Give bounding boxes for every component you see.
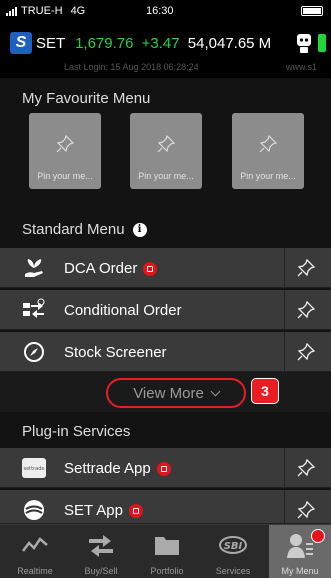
pin-icon <box>157 135 175 153</box>
divider <box>284 332 285 372</box>
pin-icon <box>259 135 277 153</box>
view-more-bar: View More 3 <box>0 372 331 412</box>
index-name: SET <box>36 35 65 52</box>
status-indicator <box>318 34 326 52</box>
stock-screener-icon <box>24 342 44 362</box>
pin-icon[interactable] <box>297 501 315 519</box>
svg-text:settrade: settrade <box>24 466 45 472</box>
notification-badge-icon <box>311 529 325 543</box>
menu-item-label: Conditional Order <box>64 302 182 319</box>
menu-item-label: Stock Screener <box>64 344 167 361</box>
website-text: www.s1 <box>286 62 318 72</box>
divider <box>284 448 285 488</box>
divider <box>284 248 285 288</box>
network-type: 4G <box>70 5 86 17</box>
divider <box>284 290 285 330</box>
tab-portfolio[interactable]: Portfolio <box>136 525 198 578</box>
favourite-menu-title: My Favourite Menu <box>22 90 151 107</box>
services-sbi-icon: SBI <box>219 536 247 554</box>
menu-item-stock-screener[interactable]: Stock Screener <box>0 332 331 372</box>
status-bar: TRUE-H 4G 16:30 <box>0 0 331 22</box>
menu-item-set-app[interactable]: SET App <box>0 490 331 530</box>
settrade-logo[interactable]: S <box>10 32 32 54</box>
index-change: +3.47 <box>141 35 180 52</box>
menu-item-label: Settrade App <box>64 460 171 477</box>
pin-icon[interactable] <box>297 301 315 319</box>
last-login-text: Last Login: 15 Aug 2018 06:28:24 <box>64 62 199 72</box>
carrier-name: TRUE-H <box>21 5 63 17</box>
buy-sell-arrows-icon <box>89 535 113 557</box>
portfolio-folder-icon <box>155 537 179 555</box>
new-badge-icon <box>143 261 158 276</box>
tab-label: Buy/Sell <box>84 566 118 576</box>
view-more-button[interactable]: View More <box>106 378 246 408</box>
dca-order-icon <box>25 259 43 277</box>
menu-item-dca-order[interactable]: DCA Order <box>0 248 331 288</box>
menu-item-settrade-app[interactable]: settrade Settrade App <box>0 448 331 488</box>
menu-item-conditional-order[interactable]: Conditional Order <box>0 290 331 330</box>
new-badge-icon <box>128 503 143 518</box>
tab-label: Services <box>215 566 251 576</box>
index-value: 1,679.76 <box>75 35 134 52</box>
settrade-app-icon: settrade <box>22 458 46 478</box>
svg-text:SBI: SBI <box>224 541 243 552</box>
tab-buy-sell[interactable]: Buy/Sell <box>70 525 132 578</box>
favourite-slot-label: Pin your me... <box>138 171 194 181</box>
index-volume: 54,047.65 M <box>187 35 272 52</box>
plugin-services-title: Plug-in Services <box>22 423 131 440</box>
my-menu-user-icon <box>287 534 313 558</box>
pin-icon[interactable] <box>297 459 315 477</box>
new-badge-icon <box>156 461 171 476</box>
clock: 16:30 <box>146 5 174 17</box>
favourite-slot-2[interactable]: Pin your me... <box>130 113 202 189</box>
pin-icon <box>56 135 74 153</box>
pin-icon[interactable] <box>297 259 315 277</box>
tab-label: My Menu <box>281 566 319 576</box>
favourite-slot-label: Pin your me... <box>37 171 93 181</box>
step-number-badge: 3 <box>251 378 279 404</box>
tab-my-menu[interactable]: My Menu <box>269 525 331 578</box>
carrier-info: TRUE-H 4G <box>6 5 85 17</box>
market-ticker: S SET 1,679.76 +3.47 54,047.65 M Last Lo… <box>0 22 331 78</box>
favourite-slot-3[interactable]: Pin your me... <box>232 113 304 189</box>
menu-item-label: DCA Order <box>64 260 158 277</box>
favourite-slot-1[interactable]: Pin your me... <box>29 113 101 189</box>
tab-services[interactable]: SBI Services <box>202 525 264 578</box>
tab-realtime[interactable]: Realtime <box>4 525 66 578</box>
index-summary: SET 1,679.76 +3.47 54,047.65 M <box>36 35 271 52</box>
tab-label: Realtime <box>17 566 53 576</box>
tab-label: Portfolio <box>150 566 184 576</box>
set-app-icon <box>24 500 44 520</box>
conditional-order-icon <box>23 298 45 318</box>
signal-strength-icon <box>6 6 17 16</box>
info-icon[interactable]: i <box>132 222 147 237</box>
standard-menu-title: Standard Menu i <box>22 221 147 238</box>
chevron-down-icon <box>210 386 221 396</box>
realtime-chart-icon <box>22 537 48 552</box>
bottom-tab-bar: Realtime Buy/Sell Portfolio SBI Services… <box>0 524 331 578</box>
view-more-label: View More <box>133 384 204 402</box>
favourite-slot-label: Pin your me... <box>240 171 296 181</box>
menu-item-label: SET App <box>64 502 143 519</box>
robot-assistant-icon[interactable] <box>296 32 312 54</box>
pin-icon[interactable] <box>297 343 315 361</box>
battery-icon <box>301 6 323 16</box>
